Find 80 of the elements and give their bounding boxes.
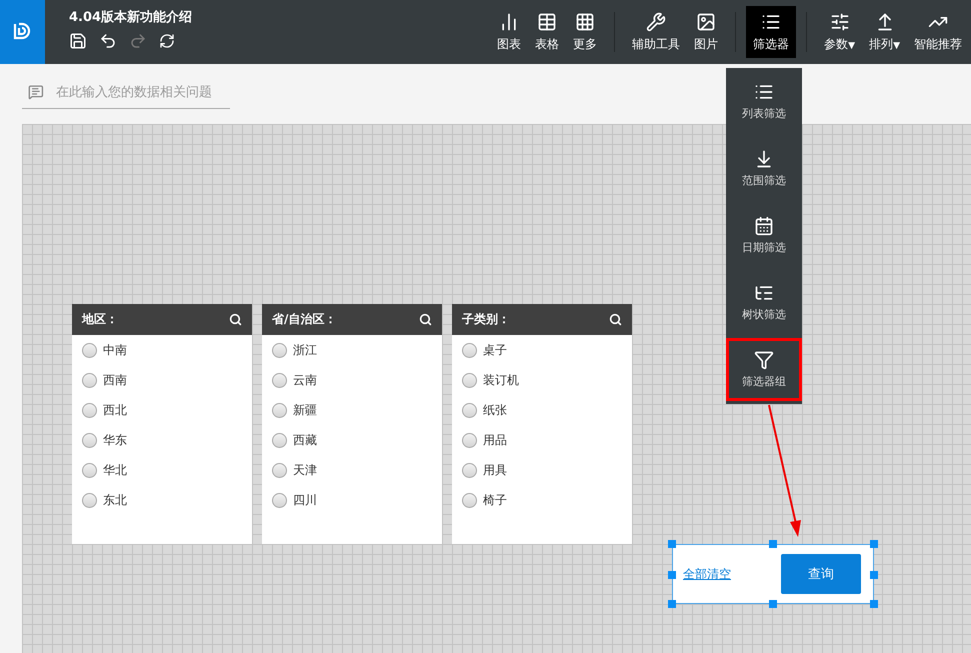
- radio-button[interactable]: [82, 372, 97, 388]
- toolbar-button[interactable]: 筛选器: [746, 6, 796, 58]
- menu-item[interactable]: 范围筛选: [726, 137, 802, 200]
- option-label: 华东: [103, 432, 127, 448]
- radio-button[interactable]: [82, 402, 97, 418]
- option-label: 西南: [103, 372, 127, 388]
- radio-button[interactable]: [272, 432, 287, 448]
- radio-button[interactable]: [462, 342, 477, 358]
- toolbar-icon: [646, 12, 666, 32]
- option-label: 新疆: [293, 402, 317, 418]
- menu-item[interactable]: 树状筛选: [726, 271, 802, 334]
- toolbar-button[interactable]: 更多: [566, 6, 604, 58]
- radio-button[interactable]: [462, 432, 477, 448]
- resize-handle[interactable]: [870, 540, 878, 548]
- radio-button[interactable]: [462, 492, 477, 508]
- option-label: 纸张: [483, 402, 507, 418]
- option-label: 用品: [483, 432, 507, 448]
- radio-button[interactable]: [462, 372, 477, 388]
- radio-button[interactable]: [82, 492, 97, 508]
- radio-button[interactable]: [272, 342, 287, 358]
- search-icon[interactable]: [229, 313, 242, 326]
- panel-title: 子类别：: [462, 311, 510, 328]
- undo-icon[interactable]: [99, 32, 117, 50]
- option-label: 西北: [103, 402, 127, 418]
- option-label: 云南: [293, 372, 317, 388]
- toolbar-button[interactable]: 图片: [687, 6, 726, 58]
- option-label: 浙江: [293, 342, 317, 358]
- toolbar-icon: [830, 12, 850, 32]
- option-label: 椅子: [483, 492, 507, 508]
- toolbar-icon: [575, 12, 596, 32]
- option-label: 中南: [103, 342, 127, 358]
- option-label: 天津: [293, 462, 317, 478]
- radio-button[interactable]: [82, 432, 97, 448]
- toolbar-button[interactable]: 排列▼: [862, 6, 907, 58]
- refresh-icon[interactable]: [159, 33, 175, 49]
- toolbar-button[interactable]: 表格: [528, 6, 566, 58]
- option-label: 桌子: [483, 342, 507, 358]
- radio-button[interactable]: [272, 372, 287, 388]
- report-title: 4.04版本新功能介绍: [69, 8, 194, 26]
- menu-item[interactable]: 筛选器组: [726, 338, 802, 401]
- resize-handle[interactable]: [668, 540, 676, 548]
- question-field[interactable]: 在此输入您的数据相关问题: [54, 84, 230, 100]
- menu-item[interactable]: 日期筛选: [726, 204, 802, 267]
- resize-handle[interactable]: [769, 540, 777, 548]
- radio-button[interactable]: [82, 462, 97, 478]
- menu-icon: [754, 350, 774, 370]
- option-label: 西藏: [293, 432, 317, 448]
- option-label: 用具: [483, 462, 507, 478]
- menu-icon: [754, 216, 774, 236]
- toolbar-button[interactable]: 辅助工具: [625, 6, 688, 58]
- radio-button[interactable]: [272, 402, 287, 418]
- radio-button[interactable]: [272, 462, 287, 478]
- panel-title: 省/自治区：: [272, 311, 336, 328]
- toolbar-icon: [696, 12, 716, 32]
- radio-button[interactable]: [462, 462, 477, 478]
- toolbar-button[interactable]: 智能推荐: [907, 6, 969, 58]
- clear-all-link[interactable]: 全部清空: [683, 566, 731, 582]
- toolbar-icon: [537, 12, 558, 32]
- search-icon[interactable]: [609, 313, 622, 326]
- option-label: 装订机: [483, 372, 519, 388]
- radio-button[interactable]: [82, 342, 97, 358]
- radio-button[interactable]: [272, 492, 287, 508]
- redo-icon[interactable]: [129, 32, 147, 50]
- comment-icon: [28, 84, 44, 100]
- option-label: 东北: [103, 492, 127, 508]
- panel-title: 地区：: [82, 311, 118, 328]
- toolbar-button[interactable]: 图表: [490, 6, 528, 58]
- option-label: 四川: [293, 492, 317, 508]
- resize-handle[interactable]: [668, 600, 676, 608]
- save-icon[interactable]: [69, 32, 87, 50]
- resize-handle[interactable]: [870, 600, 878, 608]
- search-icon[interactable]: [419, 313, 432, 326]
- resize-handle[interactable]: [769, 600, 777, 608]
- resize-handle[interactable]: [668, 571, 676, 579]
- option-label: 华北: [103, 462, 127, 478]
- toolbar-button[interactable]: 参数▼: [817, 6, 862, 58]
- radio-button[interactable]: [462, 402, 477, 418]
- resize-handle[interactable]: [870, 571, 878, 579]
- menu-item[interactable]: 列表筛选: [726, 70, 802, 133]
- query-button[interactable]: 查询: [781, 554, 861, 594]
